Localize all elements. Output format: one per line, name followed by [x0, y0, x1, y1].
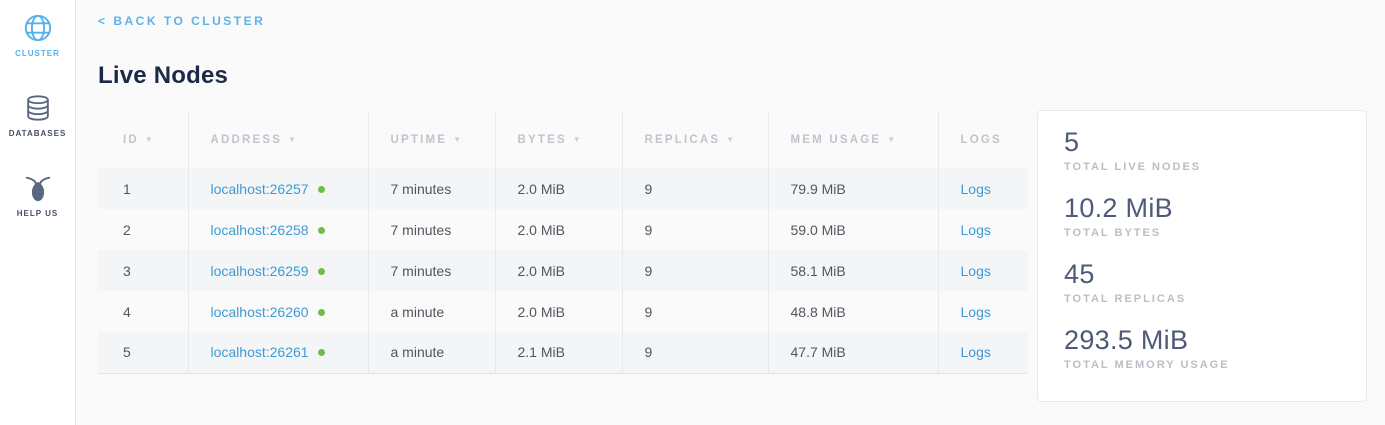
main-content: < BACK TO CLUSTER Live Nodes ID▼ ADDRESS… — [76, 0, 1385, 425]
database-icon — [23, 93, 53, 123]
sidebar-item-cluster[interactable]: CLUSTER — [15, 13, 60, 58]
stat-value: 293.5 MiB — [1064, 324, 1340, 356]
sort-arrow-icon: ▼ — [887, 135, 897, 144]
node-uptime-cell: 7 minutes — [368, 250, 495, 291]
node-mem-usage-cell: 48.8 MiB — [768, 291, 938, 332]
stat-value: 45 — [1064, 258, 1340, 290]
sidebar-item-label: CLUSTER — [15, 49, 60, 58]
node-bytes-cell: 2.0 MiB — [495, 250, 622, 291]
node-address-link[interactable]: localhost:26260 — [211, 304, 309, 320]
table-row: 5 localhost:26261 a minute 2.1 MiB 9 47.… — [98, 332, 1028, 373]
node-address-cell: localhost:26260 — [188, 291, 368, 332]
node-address-cell: localhost:26258 — [188, 209, 368, 250]
stat-label: TOTAL MEMORY USAGE — [1064, 359, 1340, 371]
node-logs-cell: Logs — [938, 209, 1028, 250]
node-mem-usage-cell: 79.9 MiB — [768, 168, 938, 209]
app-window: CLUSTER DATABASES HELP US < BACK TO CLUS… — [0, 0, 1385, 425]
stat-value: 5 — [1064, 126, 1340, 158]
back-to-cluster-link[interactable]: < BACK TO CLUSTER — [98, 14, 265, 28]
sidebar-item-databases[interactable]: DATABASES — [9, 93, 67, 138]
node-live-status-icon — [318, 227, 325, 234]
node-logs-link[interactable]: Logs — [961, 181, 991, 197]
table-row: 2 localhost:26258 7 minutes 2.0 MiB 9 59… — [98, 209, 1028, 250]
node-id-cell: 3 — [98, 250, 188, 291]
node-bytes-cell: 2.0 MiB — [495, 209, 622, 250]
node-uptime-cell: 7 minutes — [368, 209, 495, 250]
node-address-cell: localhost:26259 — [188, 250, 368, 291]
stat-total-replicas: 45 TOTAL REPLICAS — [1064, 258, 1340, 305]
node-logs-cell: Logs — [938, 250, 1028, 291]
table-row: 4 localhost:26260 a minute 2.0 MiB 9 48.… — [98, 291, 1028, 332]
node-bytes-cell: 2.1 MiB — [495, 332, 622, 373]
node-live-status-icon — [318, 186, 325, 193]
node-mem-usage-cell: 58.1 MiB — [768, 250, 938, 291]
node-id-cell: 4 — [98, 291, 188, 332]
column-header-mem-usage[interactable]: MEM USAGE▼ — [768, 112, 938, 168]
node-live-status-icon — [318, 309, 325, 316]
stat-value: 10.2 MiB — [1064, 192, 1340, 224]
bug-icon — [23, 173, 53, 203]
node-replicas-cell: 9 — [622, 209, 768, 250]
node-mem-usage-cell: 59.0 MiB — [768, 209, 938, 250]
sort-arrow-icon: ▼ — [573, 135, 583, 144]
live-nodes-table: ID▼ ADDRESS▼ UPTIME▼ BYTES▼ REPLICAS▼ ME… — [98, 112, 1028, 374]
node-address-link[interactable]: localhost:26259 — [211, 263, 309, 279]
node-address-link[interactable]: localhost:26261 — [211, 344, 309, 360]
stat-label: TOTAL BYTES — [1064, 227, 1340, 239]
node-logs-link[interactable]: Logs — [961, 263, 991, 279]
node-replicas-cell: 9 — [622, 332, 768, 373]
node-live-status-icon — [318, 268, 325, 275]
stat-total-live-nodes: 5 TOTAL LIVE NODES — [1064, 126, 1340, 173]
node-uptime-cell: 7 minutes — [368, 168, 495, 209]
column-header-uptime[interactable]: UPTIME▼ — [368, 112, 495, 168]
node-replicas-cell: 9 — [622, 250, 768, 291]
column-header-replicas[interactable]: REPLICAS▼ — [622, 112, 768, 168]
table-row: 3 localhost:26259 7 minutes 2.0 MiB 9 58… — [98, 250, 1028, 291]
node-id-cell: 2 — [98, 209, 188, 250]
node-logs-cell: Logs — [938, 291, 1028, 332]
node-bytes-cell: 2.0 MiB — [495, 168, 622, 209]
page-title: Live Nodes — [98, 62, 1385, 90]
node-logs-link[interactable]: Logs — [961, 222, 991, 238]
node-replicas-cell: 9 — [622, 291, 768, 332]
node-uptime-cell: a minute — [368, 291, 495, 332]
cluster-summary-card: 5 TOTAL LIVE NODES 10.2 MiB TOTAL BYTES … — [1037, 110, 1367, 402]
column-header-bytes[interactable]: BYTES▼ — [495, 112, 622, 168]
content-row: ID▼ ADDRESS▼ UPTIME▼ BYTES▼ REPLICAS▼ ME… — [98, 112, 1385, 402]
stat-total-memory-usage: 293.5 MiB TOTAL MEMORY USAGE — [1064, 324, 1340, 371]
stat-total-bytes: 10.2 MiB TOTAL BYTES — [1064, 192, 1340, 239]
sidebar-item-help-us[interactable]: HELP US — [17, 173, 59, 218]
sidebar-item-label: HELP US — [17, 209, 59, 218]
table-header-row: ID▼ ADDRESS▼ UPTIME▼ BYTES▼ REPLICAS▼ ME… — [98, 112, 1028, 168]
column-header-logs: LOGS — [938, 112, 1028, 168]
table-row: 1 localhost:26257 7 minutes 2.0 MiB 9 79… — [98, 168, 1028, 209]
sidebar: CLUSTER DATABASES HELP US — [0, 0, 76, 425]
node-id-cell: 5 — [98, 332, 188, 373]
column-header-id[interactable]: ID▼ — [98, 112, 188, 168]
node-logs-link[interactable]: Logs — [961, 344, 991, 360]
stat-label: TOTAL LIVE NODES — [1064, 161, 1340, 173]
sort-arrow-icon: ▼ — [145, 135, 155, 144]
node-logs-cell: Logs — [938, 168, 1028, 209]
node-address-link[interactable]: localhost:26257 — [211, 181, 309, 197]
node-address-cell: localhost:26257 — [188, 168, 368, 209]
sidebar-item-label: DATABASES — [9, 129, 67, 138]
node-address-cell: localhost:26261 — [188, 332, 368, 373]
node-live-status-icon — [318, 349, 325, 356]
sort-arrow-icon: ▼ — [453, 135, 463, 144]
node-id-cell: 1 — [98, 168, 188, 209]
node-bytes-cell: 2.0 MiB — [495, 291, 622, 332]
node-mem-usage-cell: 47.7 MiB — [768, 332, 938, 373]
node-address-link[interactable]: localhost:26258 — [211, 222, 309, 238]
sort-arrow-icon: ▼ — [288, 135, 298, 144]
globe-icon — [23, 13, 53, 43]
node-logs-link[interactable]: Logs — [961, 304, 991, 320]
node-logs-cell: Logs — [938, 332, 1028, 373]
node-replicas-cell: 9 — [622, 168, 768, 209]
column-header-address[interactable]: ADDRESS▼ — [188, 112, 368, 168]
sort-arrow-icon: ▼ — [726, 135, 736, 144]
stat-label: TOTAL REPLICAS — [1064, 293, 1340, 305]
node-uptime-cell: a minute — [368, 332, 495, 373]
